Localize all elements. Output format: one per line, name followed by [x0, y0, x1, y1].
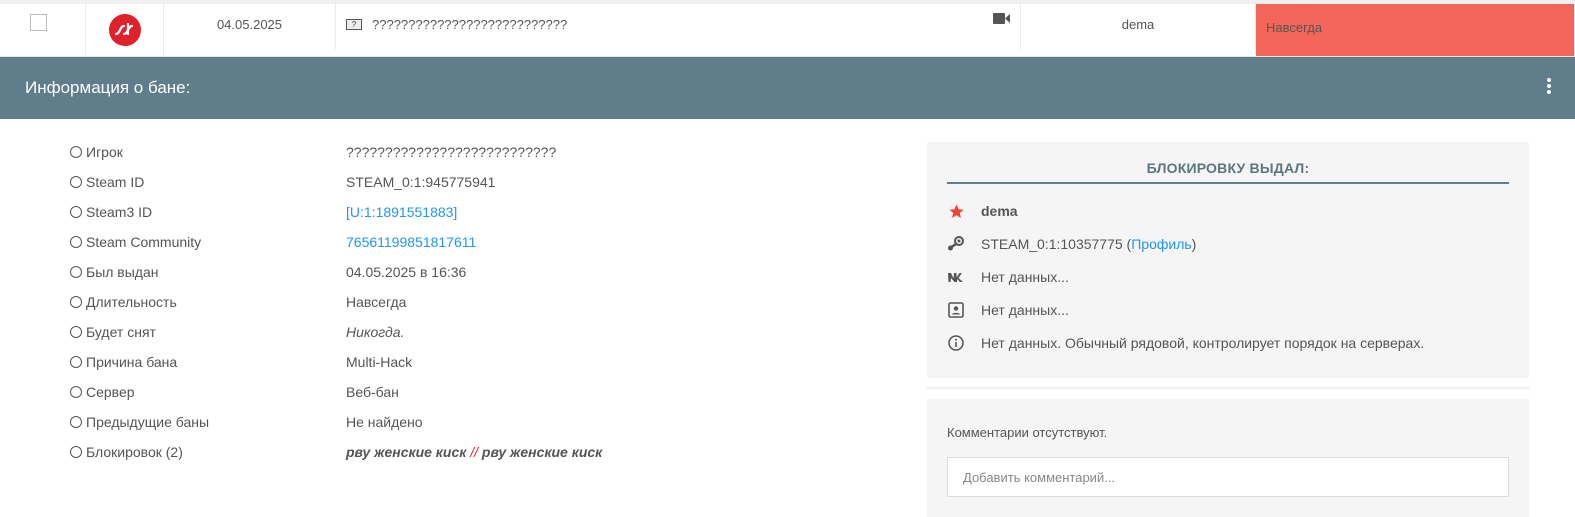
bullet-circle-icon [70, 386, 82, 398]
detail-value: Навсегда [346, 294, 407, 310]
panel-divider [927, 387, 1529, 389]
detail-label: Был выдан [86, 264, 159, 280]
bullet-circle-icon [70, 296, 82, 308]
bullet-circle-icon [70, 326, 82, 338]
ban-date: 04.05.2025 [164, 0, 336, 50]
admin-about-row: Нет данных. Обычный рядовой, контролируе… [947, 332, 1424, 354]
profile-open-paren: ( [1122, 236, 1132, 252]
bullet-circle-icon [70, 266, 82, 278]
comments-panel: Комментарии отсутствуют. [927, 399, 1529, 517]
admin-contact-row: Нет данных... [947, 299, 1069, 321]
sourcebans-logo-icon [108, 14, 141, 46]
ban-info-header: Информация о бане: [0, 57, 1575, 119]
row-select-cell [0, 4, 86, 56]
unknown-flag-icon: ? [346, 18, 362, 30]
detail-value: ??????????????????????????? [346, 144, 557, 160]
comment-input[interactable] [947, 457, 1509, 497]
block-item: рву женские киск [481, 444, 603, 460]
detail-label: Блокировок (2) [86, 444, 183, 460]
vk-icon [947, 268, 965, 286]
detail-row-previous-bans: Предыдущие баны Не найдено [70, 408, 870, 438]
contact-card-icon [947, 301, 965, 319]
detail-row-blocks: Блокировок (2) рву женские киск // рву ж… [70, 438, 870, 468]
detail-value: Не найдено [346, 414, 423, 430]
admin-vk: Нет данных... [981, 269, 1069, 285]
bullet-circle-icon [70, 206, 82, 218]
profile-close-paren: ) [1191, 236, 1197, 252]
admin-contact: Нет данных... [981, 302, 1069, 318]
detail-row-steam-id: Steam ID STEAM_0:1:945775941 [70, 168, 870, 198]
admin-steam-row: STEAM_0:1:10357775 (Профиль) [947, 233, 1196, 255]
detail-row-server: Сервер Веб-бан [70, 378, 870, 408]
detail-label: Steam3 ID [86, 204, 153, 220]
steam-icon [947, 235, 965, 253]
detail-row-issued: Был выдан 04.05.2025 в 16:36 [70, 258, 870, 288]
detail-label: Длительность [86, 294, 177, 310]
admin-name-row: dema [947, 200, 1018, 222]
steam3-id-link[interactable]: [U:1:1891551883] [346, 204, 457, 220]
admin-name: dema [981, 203, 1018, 219]
game-logo-cell [86, 4, 164, 56]
row-checkbox[interactable] [30, 13, 47, 31]
admin-steam-id: STEAM_0:1:10357775 [981, 236, 1123, 252]
no-comments-text: Комментарии отсутствуют. [947, 425, 1108, 440]
detail-label: Сервер [86, 384, 135, 400]
detail-label: Будет снят [86, 324, 156, 340]
block-separator: // [470, 444, 479, 460]
detail-row-reason: Причина бана Multi-Hack [70, 348, 870, 378]
bullet-circle-icon [70, 356, 82, 368]
ban-length: Навсегда [1266, 19, 1323, 35]
more-options-icon[interactable] [1547, 78, 1551, 96]
block-list: рву женские киск // рву женские киск [346, 444, 602, 460]
detail-row-steam3-id: Steam3 ID [U:1:1891551883] [70, 198, 870, 228]
detail-value: Никогда. [346, 324, 405, 340]
detail-row-expires: Будет снят Никогда. [70, 318, 870, 348]
detail-row-duration: Длительность Навсегда [70, 288, 870, 318]
admin-profile-link[interactable]: Профиль [1131, 236, 1191, 252]
admin-about: Нет данных. Обычный рядовой, контролируе… [981, 335, 1425, 351]
detail-row-steam-community: Steam Community 76561199851817611 [70, 228, 870, 258]
bullet-circle-icon [70, 446, 82, 458]
bullet-circle-icon [70, 236, 82, 248]
ban-details-list: Игрок ??????????????????????????? Steam … [70, 138, 870, 468]
admin-vk-row: Нет данных... [947, 266, 1069, 288]
detail-row-player: Игрок ??????????????????????????? [70, 138, 870, 168]
star-icon [947, 202, 965, 220]
detail-label: Steam Community [86, 234, 202, 250]
ban-length-badge: Навсегда [1256, 4, 1575, 56]
block-item: рву женские киск [346, 444, 467, 460]
admin-panel-title: БЛОКИРОВКУ ВЫДАЛ: [947, 160, 1509, 184]
ban-list-row[interactable]: 04.05.2025 ? ???????????????????????????… [0, 0, 1575, 57]
detail-value: STEAM_0:1:945775941 [346, 174, 496, 190]
bullet-circle-icon [70, 146, 82, 158]
video-camera-icon[interactable] [993, 12, 1010, 27]
ban-admin: dema [1021, 0, 1256, 50]
detail-label: Steam ID [86, 174, 145, 190]
detail-label: Предыдущие баны [86, 414, 210, 430]
detail-value: 04.05.2025 в 16:36 [346, 264, 467, 280]
detail-label: Причина бана [86, 354, 178, 370]
steam-community-link[interactable]: 76561199851817611 [346, 234, 476, 250]
bullet-circle-icon [70, 176, 82, 188]
ban-info-title: Информация о бане: [25, 78, 191, 97]
detail-value: Веб-бан [346, 384, 399, 400]
detail-label: Игрок [86, 144, 123, 160]
detail-value: Multi-Hack [346, 354, 413, 370]
player-name-cell: ? ??????????????????????????? [336, 0, 1021, 50]
admin-info-panel: БЛОКИРОВКУ ВЫДАЛ: dema STEAM_0:1:1035777… [927, 142, 1529, 378]
info-icon [947, 334, 965, 352]
player-name: ??????????????????????????? [372, 16, 568, 32]
bullet-circle-icon [70, 416, 82, 428]
